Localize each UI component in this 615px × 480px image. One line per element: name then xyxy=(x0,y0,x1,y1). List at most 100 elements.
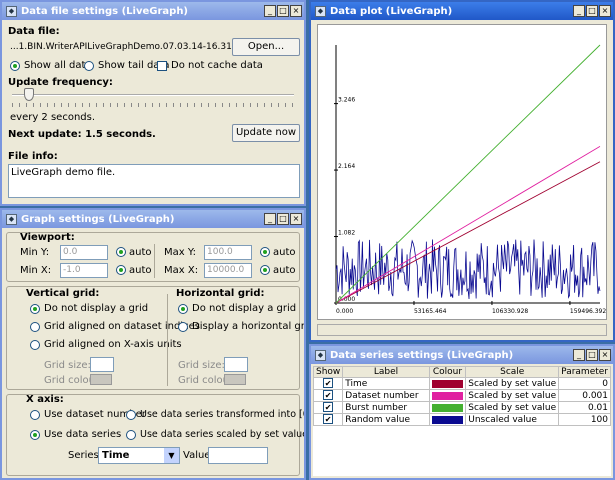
table-row[interactable]: ✔ Burst number Scaled by set value 0.01 xyxy=(312,401,611,414)
close-button[interactable]: × xyxy=(290,213,302,225)
x-scaled-radio[interactable] xyxy=(126,430,136,440)
min-y-input[interactable]: 0.0 xyxy=(60,245,108,260)
h-grid-colour-swatch[interactable] xyxy=(224,374,246,385)
series-table-area: Show Label Colour Scale Parameter ✔ Time… xyxy=(312,366,611,476)
show-checkbox[interactable]: ✔ xyxy=(323,390,334,400)
minimize-button[interactable]: _ xyxy=(264,5,276,17)
min-x-auto-radio[interactable] xyxy=(116,265,126,275)
v-grid-size-input[interactable] xyxy=(90,357,114,372)
col-header-colour[interactable]: Colour xyxy=(428,366,467,378)
minimize-button[interactable]: _ xyxy=(573,349,585,361)
x-series-label: Use data series xyxy=(44,429,122,440)
plot-canvas[interactable]: 0.000 1.082 2.164 3.246 0.000 53165.464 106330… xyxy=(317,24,607,320)
colour-swatch[interactable] xyxy=(431,379,464,388)
v-indices-label: Grid aligned on dataset indices xyxy=(44,321,200,332)
maximize-button[interactable]: □ xyxy=(277,5,289,17)
table-row[interactable]: ✔ Random value Unscaled value 100 xyxy=(312,413,611,426)
scale-cell[interactable]: Scaled by set value xyxy=(465,377,560,390)
scale-cell[interactable]: Unscaled value xyxy=(465,413,560,426)
show-checkbox[interactable]: ✔ xyxy=(323,402,334,412)
min-y-auto-radio[interactable] xyxy=(116,247,126,257)
title-bar[interactable]: ◆ Graph settings (LiveGraph) _ □ × xyxy=(2,210,304,228)
update-slider-track[interactable] xyxy=(12,94,294,96)
viewport-label: Viewport: xyxy=(20,232,75,243)
open-button[interactable]: Open... xyxy=(232,38,300,56)
series-select[interactable]: Time ▼ xyxy=(98,447,180,464)
max-y-auto-radio[interactable] xyxy=(260,247,270,257)
col-header-show[interactable]: Show xyxy=(312,366,344,378)
viewport-divider xyxy=(154,244,155,278)
show-all-radio[interactable] xyxy=(10,61,20,71)
title-bar[interactable]: ◆ Data plot (LiveGraph) _ □ × xyxy=(311,2,613,20)
series-line-random-value xyxy=(335,239,601,299)
no-cache-checkbox[interactable] xyxy=(157,61,167,71)
colour-swatch[interactable] xyxy=(431,403,464,412)
colour-cell[interactable] xyxy=(428,401,467,414)
parameter-cell[interactable]: 0.01 xyxy=(558,401,611,414)
label-cell[interactable]: Burst number xyxy=(342,401,430,414)
show-cell[interactable]: ✔ xyxy=(312,377,344,390)
v-none-label: Do not display a grid xyxy=(44,303,149,314)
close-button[interactable]: × xyxy=(290,5,302,17)
close-button[interactable]: × xyxy=(599,349,611,361)
parameter-cell[interactable]: 0 xyxy=(558,377,611,390)
colour-cell[interactable] xyxy=(428,389,467,402)
value-input[interactable] xyxy=(208,447,268,464)
show-cell[interactable]: ✔ xyxy=(312,389,344,402)
x-series-radio[interactable] xyxy=(30,430,40,440)
v-none-radio[interactable] xyxy=(30,304,40,314)
v-indices-radio[interactable] xyxy=(30,322,40,332)
max-x-label: Max X: xyxy=(164,265,199,276)
max-x-input[interactable]: 10000.0 xyxy=(204,263,252,278)
maximize-button[interactable]: □ xyxy=(586,5,598,17)
max-y-input[interactable]: 100.0 xyxy=(204,245,252,260)
show-checkbox[interactable]: ✔ xyxy=(323,414,334,424)
colour-swatch[interactable] xyxy=(431,391,464,400)
title-bar[interactable]: ◆ Data file settings (LiveGraph) _ □ × xyxy=(2,2,304,20)
colour-cell[interactable] xyxy=(428,413,467,426)
x-transformed-radio[interactable] xyxy=(126,410,136,420)
colour-cell[interactable] xyxy=(428,377,467,390)
close-button[interactable]: × xyxy=(599,5,611,17)
x-dataset-radio[interactable] xyxy=(30,410,40,420)
h-grid-size-input[interactable] xyxy=(224,357,248,372)
maximize-button[interactable]: □ xyxy=(277,213,289,225)
label-cell[interactable]: Random value xyxy=(342,413,430,426)
table-row[interactable]: ✔ Dataset number Scaled by set value 0.0… xyxy=(312,389,611,402)
show-checkbox[interactable]: ✔ xyxy=(323,378,334,388)
scale-cell[interactable]: Scaled by set value xyxy=(465,389,560,402)
v-grid-colour-swatch[interactable] xyxy=(90,374,112,385)
h-none-radio[interactable] xyxy=(178,304,188,314)
max-x-auto-radio[interactable] xyxy=(260,265,270,275)
label-cell[interactable]: Dataset number xyxy=(342,389,430,402)
table-row[interactable]: ✔ Time Scaled by set value 0 xyxy=(312,377,611,390)
parameter-cell[interactable]: 100 xyxy=(558,413,611,426)
col-header-scale[interactable]: Scale xyxy=(465,366,560,378)
file-info-text[interactable]: LiveGraph demo file. xyxy=(8,164,300,198)
series-line-time xyxy=(335,161,601,304)
update-now-button[interactable]: Update now xyxy=(232,124,300,142)
col-header-label[interactable]: Label xyxy=(342,366,430,378)
label-cell[interactable]: Time xyxy=(342,377,430,390)
min-x-input[interactable]: -1.0 xyxy=(60,263,108,278)
window-title: Data plot (LiveGraph) xyxy=(330,5,453,17)
colour-swatch[interactable] xyxy=(431,415,464,424)
h-show-radio[interactable] xyxy=(178,322,188,332)
minimize-button[interactable]: _ xyxy=(573,5,585,17)
app-icon: ◆ xyxy=(6,213,17,225)
maximize-button[interactable]: □ xyxy=(586,349,598,361)
scale-cell[interactable]: Scaled by set value xyxy=(465,401,560,414)
parameter-cell[interactable]: 0.001 xyxy=(558,389,611,402)
next-update-text: Next update: 1.5 seconds. xyxy=(8,129,156,140)
show-cell[interactable]: ✔ xyxy=(312,401,344,414)
col-header-parameter[interactable]: Parameter xyxy=(558,366,611,378)
v-units-radio[interactable] xyxy=(30,340,40,350)
chevron-down-icon[interactable]: ▼ xyxy=(164,448,179,463)
data-file-path: ...1.BIN.WriterAPILiveGraphDemo.07.03.14… xyxy=(10,42,264,52)
update-slider-thumb[interactable] xyxy=(24,88,34,101)
show-cell[interactable]: ✔ xyxy=(312,413,344,426)
title-bar[interactable]: ◆ Data series settings (LiveGraph) _ □ × xyxy=(311,346,613,364)
app-icon: ◆ xyxy=(315,349,326,361)
show-tail-radio[interactable] xyxy=(84,61,94,71)
minimize-button[interactable]: _ xyxy=(264,213,276,225)
